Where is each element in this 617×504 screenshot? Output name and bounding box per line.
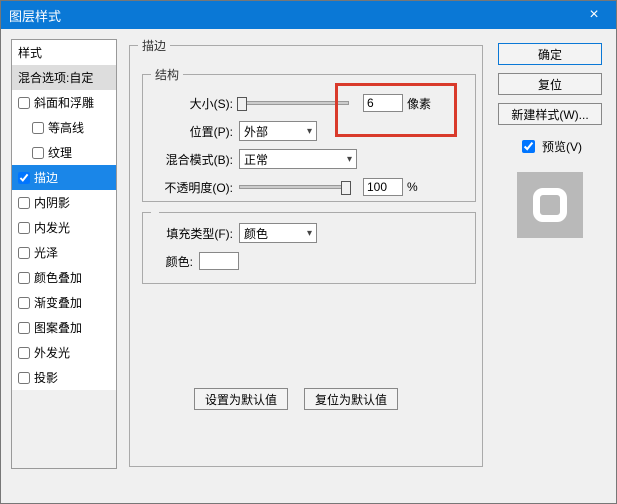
- style-item-label: 渐变叠加: [34, 294, 82, 311]
- preview-shape-icon: [533, 188, 567, 222]
- preview-checkbox-input[interactable]: [522, 140, 535, 153]
- size-label: 大小(S):: [151, 95, 239, 112]
- fill-group: 填充类型(F): 颜色 ▾ 颜色:: [142, 212, 476, 284]
- style-list: 样式 混合选项:自定 斜面和浮雕等高线纹理描边内阴影内发光光泽颜色叠加渐变叠加图…: [11, 39, 117, 469]
- style-item-checkbox[interactable]: [18, 372, 30, 384]
- ok-button[interactable]: 确定: [498, 43, 602, 65]
- preview-checkbox[interactable]: 预览(V): [518, 137, 582, 156]
- slider-thumb-icon: [341, 181, 351, 195]
- blend-options-row[interactable]: 混合选项:自定: [12, 65, 116, 90]
- close-button[interactable]: ×: [572, 1, 616, 29]
- color-swatch[interactable]: [199, 252, 239, 270]
- blendmode-label: 混合模式(B):: [151, 151, 239, 168]
- style-item-label: 纹理: [48, 144, 72, 161]
- style-item-checkbox[interactable]: [18, 172, 30, 184]
- style-item-checkbox[interactable]: [18, 297, 30, 309]
- style-item[interactable]: 光泽: [12, 240, 116, 265]
- close-icon: ×: [589, 6, 598, 24]
- row-size: 大小(S): 像素: [151, 91, 467, 115]
- style-item-label: 等高线: [48, 119, 84, 136]
- style-item-checkbox[interactable]: [18, 247, 30, 259]
- style-item[interactable]: 内发光: [12, 215, 116, 240]
- style-item[interactable]: 描边: [12, 165, 116, 190]
- style-item-label: 投影: [34, 369, 58, 386]
- style-item-label: 内阴影: [34, 194, 70, 211]
- filltype-value: 颜色: [244, 225, 268, 242]
- reset-default-button[interactable]: 复位为默认值: [304, 388, 398, 410]
- stroke-panel: 描边 结构 大小(S): 像素 位置(P): 外部: [129, 37, 483, 467]
- position-label: 位置(P):: [151, 123, 239, 140]
- reset-button[interactable]: 复位: [498, 73, 602, 95]
- style-item-checkbox[interactable]: [32, 122, 44, 134]
- opacity-slider[interactable]: [239, 185, 349, 189]
- row-opacity: 不透明度(O): %: [151, 175, 467, 199]
- chevron-down-icon: ▾: [347, 154, 352, 165]
- preview-thumbnail: [517, 172, 583, 238]
- style-item-label: 光泽: [34, 244, 58, 261]
- style-item[interactable]: 内阴影: [12, 190, 116, 215]
- set-default-button[interactable]: 设置为默认值: [194, 388, 288, 410]
- style-item-label: 颜色叠加: [34, 269, 82, 286]
- style-item-checkbox[interactable]: [18, 222, 30, 234]
- row-color: 颜色:: [151, 249, 467, 273]
- style-item[interactable]: 图案叠加: [12, 315, 116, 340]
- titlebar: 图层样式 ×: [1, 1, 616, 29]
- row-filltype: 填充类型(F): 颜色 ▾: [151, 221, 467, 245]
- default-buttons: 设置为默认值 复位为默认值: [194, 388, 398, 410]
- preview-label: 预览(V): [542, 138, 582, 155]
- row-position: 位置(P): 外部 ▾: [151, 119, 467, 143]
- position-select[interactable]: 外部 ▾: [239, 121, 317, 141]
- opacity-input[interactable]: [363, 178, 403, 196]
- struct-group: 结构 大小(S): 像素 位置(P): 外部 ▾: [142, 66, 476, 202]
- filltype-label: 填充类型(F):: [151, 225, 239, 242]
- color-label: 颜色:: [151, 253, 199, 270]
- style-list-header: 样式: [12, 40, 116, 65]
- style-item[interactable]: 投影: [12, 365, 116, 390]
- size-slider[interactable]: [239, 101, 349, 105]
- style-item-checkbox[interactable]: [18, 272, 30, 284]
- chevron-down-icon: ▾: [307, 228, 312, 239]
- dialog-body: 样式 混合选项:自定 斜面和浮雕等高线纹理描边内阴影内发光光泽颜色叠加渐变叠加图…: [1, 29, 616, 503]
- style-item[interactable]: 渐变叠加: [12, 290, 116, 315]
- size-unit: 像素: [403, 95, 431, 112]
- style-item[interactable]: 纹理: [12, 140, 116, 165]
- opacity-label: 不透明度(O):: [151, 179, 239, 196]
- chevron-down-icon: ▾: [307, 126, 312, 137]
- style-item-label: 外发光: [34, 344, 70, 361]
- dialog-layer-style: 图层样式 × 样式 混合选项:自定 斜面和浮雕等高线纹理描边内阴影内发光光泽颜色…: [0, 0, 617, 504]
- filltype-select[interactable]: 颜色 ▾: [239, 223, 317, 243]
- style-item-label: 图案叠加: [34, 319, 82, 336]
- struct-legend: 结构: [151, 66, 183, 83]
- row-blendmode: 混合模式(B): 正常 ▾: [151, 147, 467, 171]
- size-input[interactable]: [363, 94, 403, 112]
- title: 图层样式: [9, 6, 61, 25]
- style-item-checkbox[interactable]: [18, 97, 30, 109]
- style-item-checkbox[interactable]: [18, 347, 30, 359]
- style-item-label: 斜面和浮雕: [34, 94, 94, 111]
- slider-thumb-icon: [237, 97, 247, 111]
- style-item[interactable]: 外发光: [12, 340, 116, 365]
- blendmode-value: 正常: [244, 151, 268, 168]
- style-item-checkbox[interactable]: [32, 147, 44, 159]
- position-value: 外部: [244, 123, 268, 140]
- style-item[interactable]: 等高线: [12, 115, 116, 140]
- blendmode-select[interactable]: 正常 ▾: [239, 149, 357, 169]
- style-item[interactable]: 斜面和浮雕: [12, 90, 116, 115]
- action-column: 确定 复位 新建样式(W)... 预览(V): [494, 43, 606, 238]
- style-item-label: 内发光: [34, 219, 70, 236]
- new-style-button[interactable]: 新建样式(W)...: [498, 103, 602, 125]
- style-item-checkbox[interactable]: [18, 197, 30, 209]
- opacity-unit: %: [403, 180, 418, 194]
- stroke-legend: 描边: [138, 37, 170, 54]
- style-item-checkbox[interactable]: [18, 322, 30, 334]
- style-item[interactable]: 颜色叠加: [12, 265, 116, 290]
- style-item-label: 描边: [34, 169, 58, 186]
